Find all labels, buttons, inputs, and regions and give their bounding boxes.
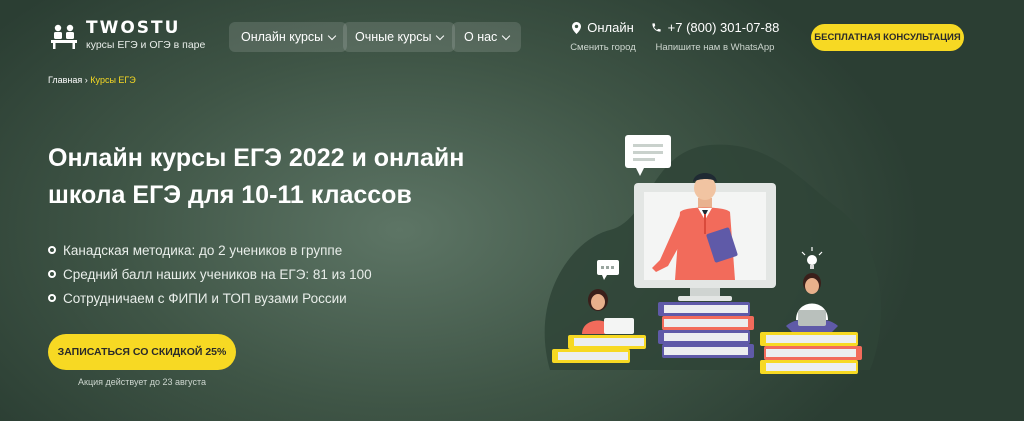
- book-stack-center: [658, 302, 754, 358]
- nav-offline-courses[interactable]: Очные курсы: [343, 22, 456, 52]
- free-consult-button[interactable]: БЕСПЛАТНАЯ КОНСУЛЬТАЦИЯ: [811, 24, 964, 51]
- bullet-circle-icon: [48, 294, 56, 302]
- location-block[interactable]: Онлайн Сменить город: [553, 20, 653, 53]
- phone-number: +7 (800) 301-07-88: [667, 20, 780, 35]
- logo-name: TWOSTU: [86, 18, 181, 38]
- list-item: Средний балл наших учеников на ЕГЭ: 81 и…: [48, 262, 372, 286]
- logo[interactable]: TWOSTU курсы ЕГЭ и ОГЭ в паре: [50, 20, 205, 51]
- logo-tagline: курсы ЕГЭ и ОГЭ в паре: [86, 39, 206, 51]
- nav-label: О нас: [464, 30, 498, 44]
- nav-online-courses[interactable]: Онлайн курсы: [229, 22, 348, 52]
- nav-label: Очные курсы: [355, 30, 432, 44]
- breadcrumb-current: Курсы ЕГЭ: [90, 75, 136, 85]
- nav-about[interactable]: О нас: [452, 22, 522, 52]
- bullet-circle-icon: [48, 270, 56, 278]
- list-item: Сотрудничаем с ФИПИ и ТОП вузами России: [48, 286, 372, 310]
- phone-icon: [652, 23, 661, 32]
- feature-text: Средний балл наших учеников на ЕГЭ: 81 и…: [63, 266, 372, 282]
- promo-note: Акция действует до 23 августа: [78, 377, 206, 387]
- chevron-down-icon: [502, 31, 511, 40]
- breadcrumb: Главная › Курсы ЕГЭ: [48, 75, 136, 85]
- change-city-link[interactable]: Сменить город: [553, 42, 653, 53]
- feature-text: Сотрудничаем с ФИПИ и ТОП вузами России: [63, 290, 347, 306]
- bullet-circle-icon: [48, 246, 56, 254]
- nav-label: Онлайн курсы: [241, 30, 324, 44]
- logo-desk-icon: [51, 24, 77, 49]
- location-label: Онлайн: [587, 20, 634, 35]
- chevron-down-icon: [436, 31, 445, 40]
- whatsapp-link[interactable]: Напишите нам в WhatsApp: [640, 42, 790, 53]
- list-item: Канадская методика: до 2 учеников в груп…: [48, 238, 372, 262]
- hero-illustration: [544, 135, 882, 374]
- breadcrumb-separator: ›: [84, 75, 88, 85]
- location-pin-icon: [572, 21, 582, 34]
- feature-text: Канадская методика: до 2 учеников в груп…: [63, 242, 343, 258]
- phone-block[interactable]: +7 (800) 301-07-88 Напишите нам в WhatsA…: [640, 20, 790, 53]
- feature-list: Канадская методика: до 2 учеников в груп…: [48, 238, 372, 310]
- signup-discount-button[interactable]: ЗАПИСАТЬСЯ СО СКИДКОЙ 25%: [48, 334, 236, 370]
- breadcrumb-home[interactable]: Главная: [48, 75, 82, 85]
- page-title: Онлайн курсы ЕГЭ 2022 и онлайн школа ЕГЭ…: [48, 144, 465, 209]
- chevron-down-icon: [327, 31, 337, 40]
